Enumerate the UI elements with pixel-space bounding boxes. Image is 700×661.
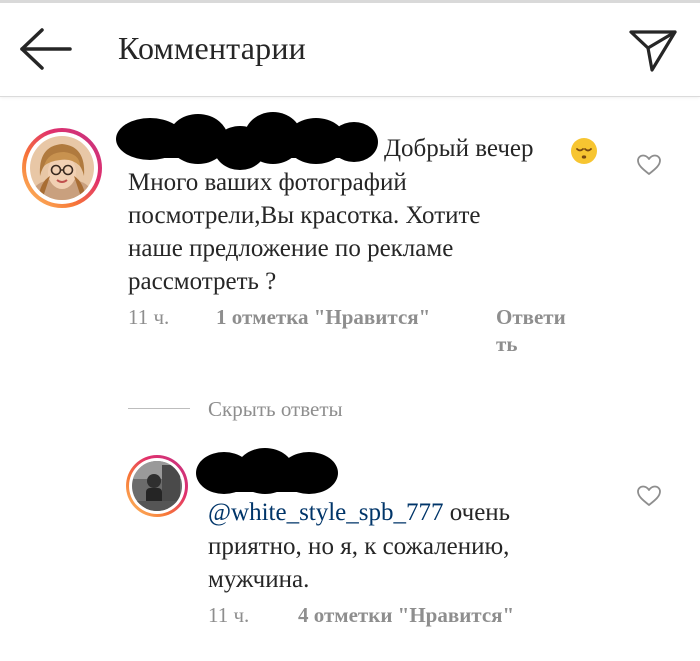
- heart-icon: [637, 485, 661, 506]
- comment-likes-count[interactable]: 1 отметка "Нравится": [216, 305, 430, 330]
- heart-icon: [637, 154, 661, 175]
- like-reply-button[interactable]: [636, 484, 662, 508]
- status-divider: [0, 0, 700, 3]
- man-photo-image: [132, 461, 182, 511]
- comment-line-4: рассмотреть ?: [128, 268, 277, 295]
- reply-line-2: приятно, но я, к сожалению,: [208, 533, 510, 560]
- reply-label-line-2: ть: [496, 332, 518, 356]
- arrow-left-icon: [20, 28, 72, 70]
- reply-line-3: мужчина.: [208, 566, 310, 593]
- comment-line-1: Много ваших фотографий: [128, 169, 407, 196]
- woman-portrait-image: [30, 136, 94, 200]
- replies-divider: [128, 408, 190, 409]
- paper-plane-icon: [629, 30, 677, 72]
- reply-timestamp: 11 ч.: [208, 603, 250, 627]
- avatar-photo: [132, 461, 182, 511]
- reply-likes-count[interactable]: 4 отметки "Нравится": [298, 603, 514, 628]
- comment-line-3: наше предложение по рекламе: [128, 235, 454, 262]
- mention-link[interactable]: @white_style_spb_777: [208, 499, 444, 526]
- sleepy-face-emoji-icon: [571, 138, 597, 164]
- header-bar: Комментарии: [0, 0, 700, 97]
- reply-button[interactable]: Ответи ть: [496, 305, 566, 357]
- page-title: Комментарии: [118, 30, 306, 66]
- reply-line-1-rest: очень: [449, 499, 511, 526]
- reply-line-1: @white_style_spb_777 очень: [208, 496, 510, 529]
- back-button[interactable]: [18, 26, 74, 72]
- replier-avatar[interactable]: [126, 455, 188, 517]
- comment-line-2: посмотрели,Вы красотка. Хотите: [128, 202, 481, 229]
- comment-timestamp: 11 ч.: [128, 305, 170, 329]
- reply-label-line-1: Ответи: [496, 305, 566, 329]
- hide-replies-button[interactable]: Скрыть ответы: [208, 397, 343, 422]
- comment-greeting: Добрый вечер: [384, 135, 534, 162]
- commenter-avatar[interactable]: [22, 128, 102, 208]
- avatar-photo: [30, 136, 94, 200]
- like-comment-button[interactable]: [636, 153, 662, 177]
- direct-message-button[interactable]: [628, 26, 678, 72]
